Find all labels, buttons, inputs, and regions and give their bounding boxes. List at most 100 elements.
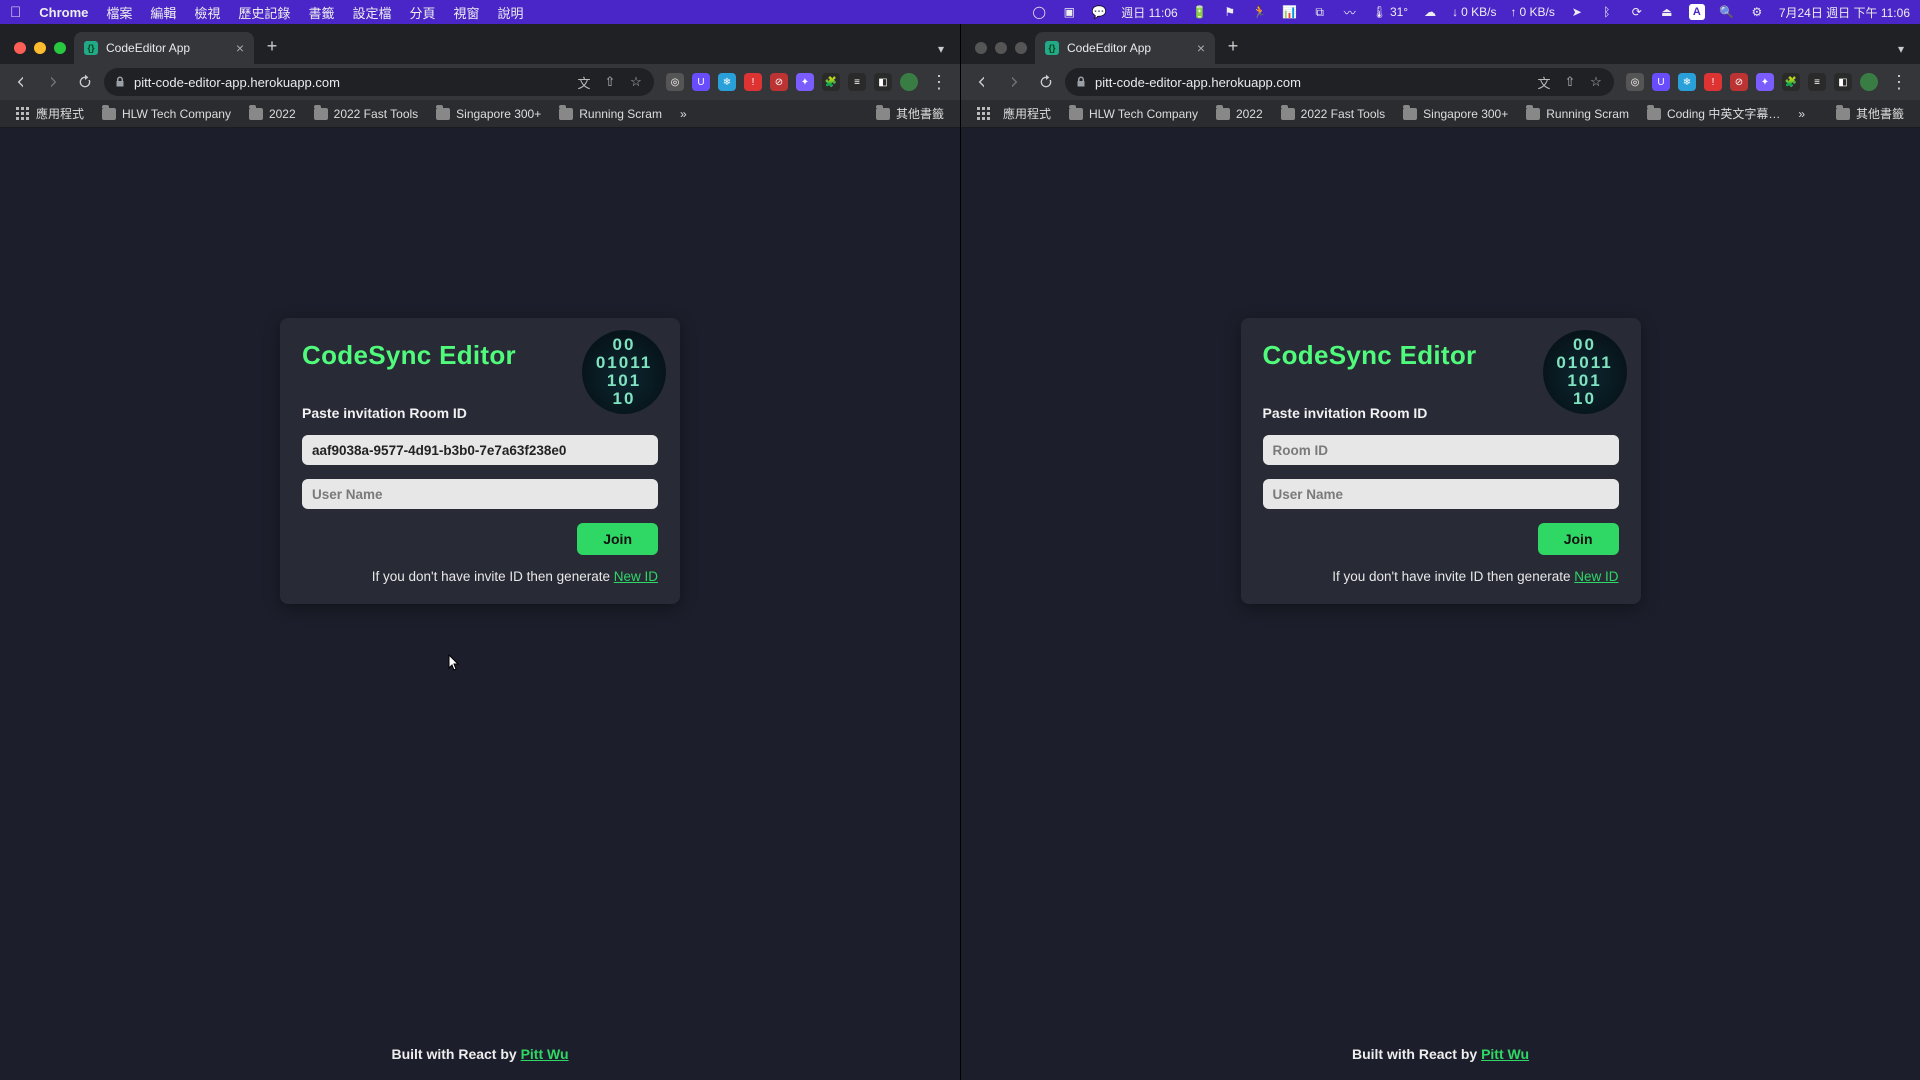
author-link[interactable]: Pitt Wu (521, 1046, 569, 1062)
address-bar[interactable]: pitt-code-editor-app.herokuapp.com 文 ⇧ ☆ (1065, 68, 1614, 96)
menu-help[interactable]: 說明 (498, 3, 524, 22)
status-spotlight-icon[interactable]: 🔍 (1719, 4, 1735, 20)
traffic-fullscreen-icon[interactable] (54, 42, 66, 54)
address-bar[interactable]: pitt-code-editor-app.herokuapp.com 文 ⇧ ☆ (104, 68, 654, 96)
bookmark-folder[interactable]: 2022 (241, 105, 304, 123)
status-flag-icon[interactable]: ⚑ (1222, 4, 1238, 20)
username-input[interactable] (1263, 479, 1619, 509)
join-button[interactable]: Join (1538, 523, 1619, 555)
new-id-link[interactable]: New ID (1574, 569, 1618, 584)
profile-avatar-icon[interactable] (1860, 73, 1878, 91)
browser-tab[interactable]: {} CodeEditor App × (1035, 32, 1215, 64)
ext-icon-4[interactable]: ! (744, 73, 762, 91)
new-tab-button[interactable]: + (258, 32, 286, 60)
menu-bookmks[interactable]: 書籤 (308, 3, 334, 22)
status-sync-icon[interactable]: ⟳ (1629, 4, 1645, 20)
apps-shortcut[interactable]: 應用程式 (969, 103, 1059, 124)
status-location-icon[interactable]: ➤ (1569, 4, 1585, 20)
status-cpu-icon[interactable]: ⧉ (1312, 4, 1328, 20)
bookmarks-overflow[interactable]: » (672, 105, 695, 123)
traffic-minimize-icon[interactable] (995, 42, 1007, 54)
menu-view[interactable]: 檢視 (194, 3, 220, 22)
bookmark-star-icon[interactable]: ☆ (628, 74, 644, 90)
apple-menu-icon[interactable]:  (10, 4, 21, 21)
nav-reload-button[interactable] (1033, 69, 1059, 95)
sidepanel-icon[interactable]: ◧ (1834, 73, 1852, 91)
browser-tab[interactable]: {} CodeEditor App × (74, 32, 254, 64)
bookmark-folder[interactable]: Singapore 300+ (1395, 105, 1516, 123)
extensions-puzzle-icon[interactable]: 🧩 (822, 73, 840, 91)
ext-icon-1[interactable]: ◎ (1626, 73, 1644, 91)
bookmark-folder[interactable]: 2022 (1208, 105, 1271, 123)
author-link[interactable]: Pitt Wu (1481, 1046, 1529, 1062)
status-line-icon[interactable]: 💬 (1091, 4, 1107, 20)
share-icon[interactable]: ⇧ (1562, 74, 1578, 90)
traffic-close-icon[interactable] (975, 42, 987, 54)
ext-icon-4[interactable]: ! (1704, 73, 1722, 91)
extensions-puzzle-icon[interactable]: 🧩 (1782, 73, 1800, 91)
menu-tabs[interactable]: 分頁 (409, 3, 435, 22)
status-runner-icon[interactable]: 🏃 (1252, 4, 1268, 20)
status-record-icon[interactable]: ◯ (1031, 4, 1047, 20)
status-battery-icon[interactable]: 🔋 (1192, 4, 1208, 20)
room-id-input[interactable] (1263, 435, 1619, 465)
nav-reload-button[interactable] (72, 69, 98, 95)
menu-file[interactable]: 檔案 (106, 3, 132, 22)
bookmark-folder[interactable]: 2022 Fast Tools (306, 105, 427, 123)
status-spark-icon[interactable]: 〰 (1342, 4, 1358, 20)
sidepanel-icon[interactable]: ◧ (874, 73, 892, 91)
bookmark-folder[interactable]: Running Scram (551, 105, 670, 123)
nav-back-button[interactable] (969, 69, 995, 95)
bookmark-folder[interactable]: Coding 中英文字幕… (1639, 103, 1788, 124)
ext-icon-2[interactable]: U (1652, 73, 1670, 91)
reading-list-icon[interactable]: ≡ (848, 73, 866, 91)
menu-edit[interactable]: 編輯 (150, 3, 176, 22)
traffic-minimize-icon[interactable] (34, 42, 46, 54)
apps-shortcut[interactable]: 應用程式 (8, 103, 92, 124)
translate-icon[interactable]: 文 (1536, 74, 1552, 90)
bookmark-folder[interactable]: HLW Tech Company (94, 105, 239, 123)
join-button[interactable]: Join (577, 523, 658, 555)
new-tab-button[interactable]: + (1219, 32, 1247, 60)
bookmark-folder[interactable]: 2022 Fast Tools (1273, 105, 1394, 123)
status-bars-icon[interactable]: 📊 (1282, 4, 1298, 20)
share-icon[interactable]: ⇧ (602, 74, 618, 90)
ext-icon-6[interactable]: ✦ (1756, 73, 1774, 91)
translate-icon[interactable]: 文 (576, 74, 592, 90)
bookmark-folder[interactable]: Running Scram (1518, 105, 1637, 123)
status-cloud-icon[interactable]: ☁ (1422, 4, 1438, 20)
ext-icon-6[interactable]: ✦ (796, 73, 814, 91)
other-bookmarks[interactable]: 其他書籤 (1828, 103, 1912, 124)
ext-icon-3[interactable]: ❄ (718, 73, 736, 91)
status-datefull[interactable]: 7月24日 週日 下午 11:06 (1779, 4, 1910, 21)
bookmark-folder[interactable]: Singapore 300+ (428, 105, 549, 123)
reading-list-icon[interactable]: ≡ (1808, 73, 1826, 91)
ext-icon-5[interactable]: ⊘ (1730, 73, 1748, 91)
bookmarks-overflow[interactable]: » (1790, 105, 1813, 123)
ext-icon-5[interactable]: ⊘ (770, 73, 788, 91)
menu-window[interactable]: 視窗 (453, 3, 479, 22)
status-eject-icon[interactable]: ⏏ (1659, 4, 1675, 20)
status-control-center-icon[interactable]: ⚙ (1749, 4, 1765, 20)
traffic-close-icon[interactable] (14, 42, 26, 54)
tab-search-icon[interactable]: ▾ (930, 42, 952, 64)
ext-icon-2[interactable]: U (692, 73, 710, 91)
status-video-icon[interactable]: ▣ (1061, 4, 1077, 20)
tab-close-icon[interactable]: × (1197, 41, 1205, 55)
ext-icon-3[interactable]: ❄ (1678, 73, 1696, 91)
bookmark-folder[interactable]: HLW Tech Company (1061, 105, 1206, 123)
menu-history[interactable]: 歷史記錄 (238, 3, 290, 22)
ext-icon-1[interactable]: ◎ (666, 73, 684, 91)
status-input-icon[interactable]: A (1689, 4, 1705, 20)
room-id-input[interactable] (302, 435, 658, 465)
nav-back-button[interactable] (8, 69, 34, 95)
other-bookmarks[interactable]: 其他書籤 (868, 103, 952, 124)
traffic-fullscreen-icon[interactable] (1015, 42, 1027, 54)
status-bluetooth-icon[interactable]: ᛒ (1599, 4, 1615, 20)
menubar-app-name[interactable]: Chrome (39, 5, 88, 20)
tab-close-icon[interactable]: × (236, 41, 244, 55)
profile-avatar-icon[interactable] (900, 73, 918, 91)
username-input[interactable] (302, 479, 658, 509)
nav-forward-button[interactable] (1001, 69, 1027, 95)
menu-profile[interactable]: 設定檔 (352, 3, 391, 22)
